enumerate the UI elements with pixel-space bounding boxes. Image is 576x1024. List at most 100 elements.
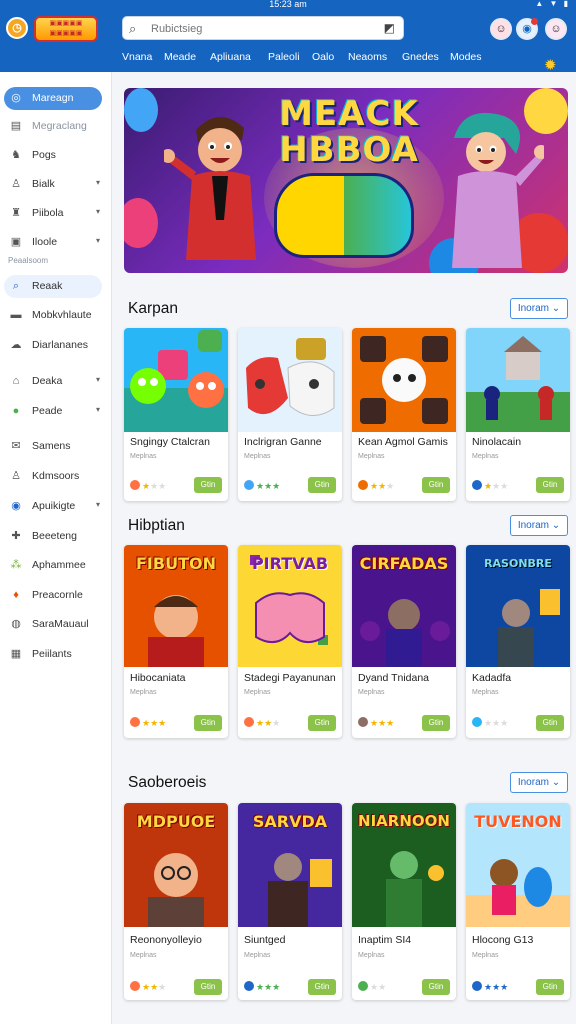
game-card[interactable]: SARVDA Siuntged Meplnas ★★★ Gtin bbox=[238, 803, 342, 1000]
get-button[interactable]: Gtin bbox=[422, 715, 450, 731]
get-button[interactable]: Gtin bbox=[422, 477, 450, 493]
game-thumbnail bbox=[124, 328, 228, 432]
more-dropdown-button[interactable]: Inoram ⌄ bbox=[510, 298, 568, 319]
nav-tab[interactable]: Meade bbox=[164, 51, 196, 63]
hero-banner[interactable]: MEACK HBBOA bbox=[124, 88, 568, 273]
get-button[interactable]: Gtin bbox=[422, 979, 450, 995]
game-card[interactable]: CIRFADAS Dyand Tnidana Meplnas ★★★ Gtin bbox=[352, 545, 456, 738]
get-button[interactable]: Gtin bbox=[536, 979, 564, 995]
notification-avatar[interactable]: ◉ bbox=[516, 18, 538, 40]
more-dropdown-button[interactable]: Inoram ⌄ bbox=[510, 772, 568, 793]
game-card[interactable]: NIARNOON Inaptim SI4 Meplnas ★★ Gtin bbox=[352, 803, 456, 1000]
get-button[interactable]: Gtin bbox=[194, 715, 222, 731]
game-card[interactable]: RASONBRE Kadadfa Meplnas ★★★ Gtin bbox=[466, 545, 570, 738]
banner-title-line-2: HBBOA bbox=[279, 130, 419, 170]
sidebar-item[interactable]: ♙ Kdmsoors bbox=[4, 465, 102, 488]
developer-badge-icon bbox=[244, 981, 254, 991]
sidebar-item[interactable]: ⌕ Reaak bbox=[4, 275, 102, 298]
mail-icon: ✉ bbox=[11, 440, 21, 452]
game-card[interactable]: Ninolacain Meplnas ★★★ Gtin bbox=[466, 328, 570, 501]
nav-tab[interactable]: Paleoli bbox=[268, 51, 300, 63]
game-subtitle: Meplnas bbox=[358, 453, 385, 460]
game-card[interactable]: MDPUOE Reononyolleyio Meplnas ★★★ Gtin bbox=[124, 803, 228, 1000]
sidebar-item[interactable]: ☁ Diarlananes bbox=[4, 334, 102, 357]
get-button[interactable]: Gtin bbox=[536, 477, 564, 493]
sidebar-section-label: Peaalsoom bbox=[8, 256, 49, 265]
game-subtitle: Meplnas bbox=[358, 952, 385, 959]
game-thumbnail bbox=[238, 328, 342, 432]
star-icon: ★ bbox=[484, 718, 493, 728]
star-icon: ★ bbox=[150, 718, 159, 728]
nav-tab[interactable]: Neaoms bbox=[348, 51, 387, 63]
get-button[interactable]: Gtin bbox=[536, 715, 564, 731]
nav-tab[interactable]: Modes bbox=[450, 51, 482, 63]
game-art bbox=[466, 328, 570, 432]
star-icon: ★ bbox=[256, 718, 265, 728]
star-icon: ★ bbox=[142, 718, 151, 728]
game-subtitle: Meplnas bbox=[358, 689, 385, 696]
more-dropdown-button[interactable]: Inoram ⌄ bbox=[510, 515, 568, 536]
sidebar-item[interactable]: ● Peade ▾ bbox=[4, 400, 102, 423]
clock-icon[interactable]: ◷ bbox=[6, 17, 28, 39]
star-icon: ★ bbox=[492, 982, 501, 992]
game-card[interactable]: TUVENON Hlocong G13 Meplnas ★★★ Gtin bbox=[466, 803, 570, 1000]
puzzle-icon: ✚ bbox=[11, 530, 21, 542]
user-icon: ♙ bbox=[11, 178, 21, 190]
nav-tab[interactable]: Apliuana bbox=[210, 51, 251, 63]
notification-dot bbox=[531, 18, 538, 25]
sidebar-item[interactable]: ◉ Apuikigte ▾ bbox=[4, 495, 102, 518]
game-title: Ninolacain bbox=[472, 436, 522, 448]
user-icon: ♙ bbox=[11, 470, 21, 482]
game-card[interactable]: FIBUTON Hibocaniata Meplnas ★★★ Gtin bbox=[124, 545, 228, 738]
sidebar-item[interactable]: ✚ Beeeteng bbox=[4, 525, 102, 548]
nav-tab[interactable]: Oalo bbox=[312, 51, 334, 63]
game-card[interactable]: PIRTVAB Stadegi Payanunan Meplnas ★★★ Gt… bbox=[238, 545, 342, 738]
nav-tab[interactable]: Gnedes bbox=[402, 51, 439, 63]
game-subtitle: Meplnas bbox=[244, 689, 271, 696]
status-icons: ▲ ▼ ▮ bbox=[535, 0, 570, 8]
game-subtitle: Meplnas bbox=[472, 453, 499, 460]
sidebar-item[interactable]: ▦ Peiilants bbox=[4, 643, 102, 666]
profile-avatar[interactable]: ☺ bbox=[545, 18, 567, 40]
store-icon: ▤ bbox=[10, 120, 22, 132]
car-icon: ▬ bbox=[10, 309, 22, 321]
get-button[interactable]: Gtin bbox=[308, 715, 336, 731]
sidebar-item[interactable]: ♦ Preacornle bbox=[4, 584, 102, 607]
sidebar-item[interactable]: ▣ Iloole ▾ bbox=[4, 231, 102, 254]
camera-icon[interactable]: ◩ bbox=[384, 21, 395, 35]
balloon-image bbox=[124, 198, 158, 248]
game-thumbnail: SARVDA bbox=[238, 803, 342, 927]
sidebar-item[interactable]: ✉ Samens bbox=[4, 435, 102, 458]
sidebar-item[interactable]: ▤ Megraclang bbox=[4, 115, 102, 138]
sidebar-item[interactable]: ◍ SaraMauaul bbox=[4, 613, 102, 636]
get-button[interactable]: Gtin bbox=[194, 979, 222, 995]
get-button[interactable]: Gtin bbox=[194, 477, 222, 493]
sidebar-item[interactable]: ♞ Pogs bbox=[4, 144, 102, 167]
star-icon: ★ bbox=[150, 481, 159, 491]
sidebar-item[interactable]: ⌂ Deaka ▾ bbox=[4, 370, 102, 393]
nav-tab[interactable]: Vnana bbox=[122, 51, 152, 63]
game-card[interactable]: Inclrigran Ganne Meplnas ★★★ Gtin bbox=[238, 328, 342, 501]
get-button[interactable]: Gtin bbox=[308, 477, 336, 493]
user-avatar[interactable]: ☺ bbox=[490, 18, 512, 40]
game-card[interactable]: Sngingy Ctalcran Meplnas ★★★ Gtin bbox=[124, 328, 228, 501]
game-title: Dyand Tnidana bbox=[358, 672, 430, 684]
settings-gear-icon[interactable]: ✹ bbox=[544, 56, 557, 74]
rating: ★★★ bbox=[358, 480, 394, 492]
search-input[interactable] bbox=[151, 20, 371, 37]
sidebar-item[interactable]: ⁂ Aphammee bbox=[4, 554, 102, 577]
game-store-logo[interactable]: ▣▣▣▣▣ ▣▣▣▣▣ bbox=[34, 16, 98, 42]
star-icon: ★ bbox=[158, 481, 167, 491]
star-icon: ★ bbox=[158, 982, 167, 992]
game-title: Kadadfa bbox=[472, 672, 512, 684]
chevron-down-icon: ▾ bbox=[95, 375, 100, 384]
star-icon: ★ bbox=[158, 718, 167, 728]
sidebar-item[interactable]: ♙ Bialk ▾ bbox=[4, 173, 102, 196]
sidebar-item[interactable]: ▬ Mobkvhlaute bbox=[4, 304, 102, 327]
sidebar-item[interactable]: ♜ Piibola ▾ bbox=[4, 202, 102, 225]
more-label: Inoram bbox=[517, 520, 549, 531]
get-button[interactable]: Gtin bbox=[308, 979, 336, 995]
sidebar-item[interactable]: ◎ Mareagn bbox=[4, 87, 102, 110]
star-icon: ★ bbox=[142, 481, 151, 491]
game-card[interactable]: Kean Agmol Gamis Meplnas ★★★ Gtin bbox=[352, 328, 456, 501]
